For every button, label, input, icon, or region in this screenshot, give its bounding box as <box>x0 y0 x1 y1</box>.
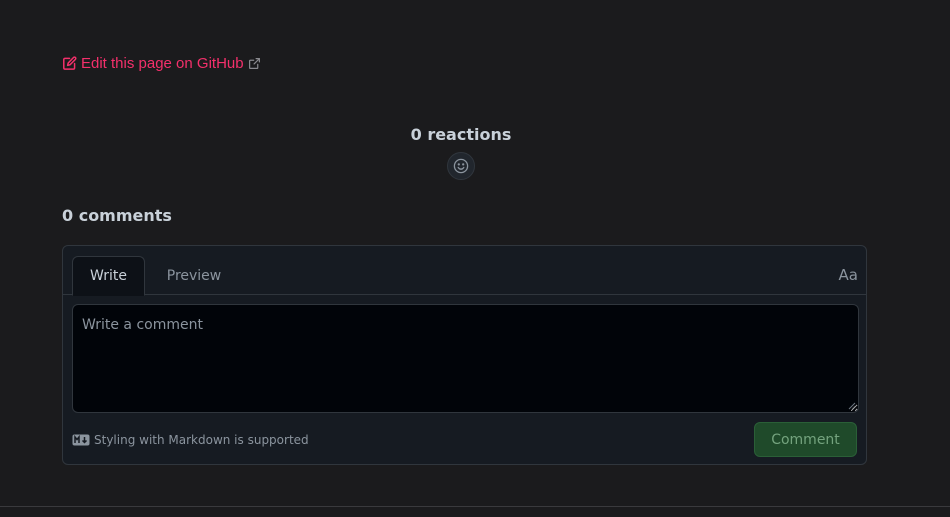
comment-form: Write Preview Aa Write a comment Styling… <box>62 245 867 465</box>
markdown-support-note: Styling with Markdown is supported <box>72 433 309 447</box>
markdown-note-text: Styling with Markdown is supported <box>94 433 309 447</box>
comment-input-placeholder: Write a comment <box>82 317 203 333</box>
footer-divider <box>0 506 950 507</box>
resize-handle-icon[interactable] <box>848 402 856 410</box>
comment-tabs: Write Preview Aa <box>63 246 866 296</box>
comment-input[interactable]: Write a comment <box>72 304 859 413</box>
reactions-section: 0 reactions <box>0 125 922 180</box>
reactions-count: 0 reactions <box>410 125 512 144</box>
tab-preview[interactable]: Preview <box>155 256 233 295</box>
smiley-icon <box>453 158 469 174</box>
tab-write[interactable]: Write <box>72 256 145 296</box>
monospace-toggle-button[interactable]: Aa <box>839 266 858 284</box>
external-link-icon <box>248 58 260 69</box>
submit-comment-button[interactable]: Comment <box>754 422 857 457</box>
add-reaction-button[interactable] <box>447 152 475 180</box>
edit-on-github-link[interactable]: Edit this page on GitHub <box>62 55 261 72</box>
comments-count: 0 comments <box>62 206 172 225</box>
edit-icon <box>63 56 77 70</box>
edit-link-label: Edit this page on GitHub <box>81 55 244 72</box>
markdown-icon <box>72 434 90 446</box>
